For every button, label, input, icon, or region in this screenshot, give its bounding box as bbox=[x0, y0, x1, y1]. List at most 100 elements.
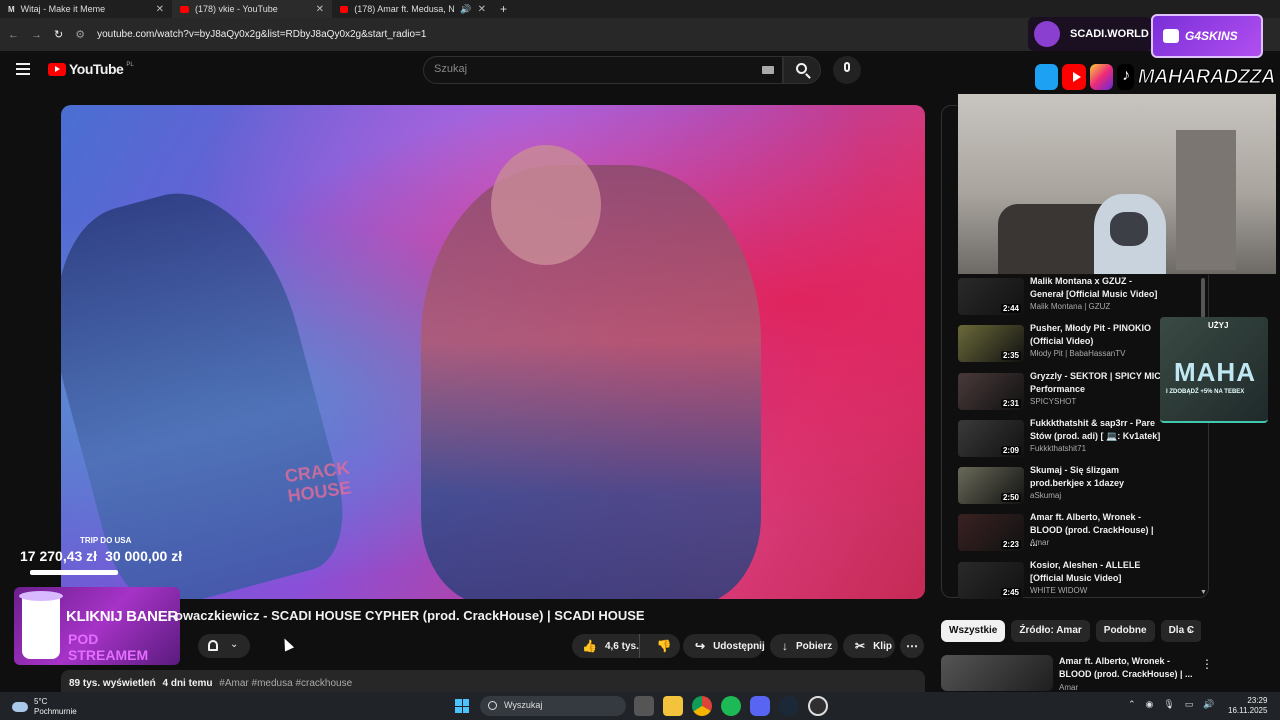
taskbar-search[interactable]: Wyszukaj bbox=[480, 696, 626, 716]
video-thumbnail[interactable]: 2:45 bbox=[958, 561, 1024, 599]
recommended-video[interactable]: 2:44 Malik Montana x GZUZ - Generał [Offi… bbox=[957, 275, 1201, 322]
chevron-up-icon[interactable]: ⌃ bbox=[1128, 699, 1136, 710]
network-icon[interactable]: ▭ bbox=[1185, 699, 1194, 710]
scadi-label: SCADI.WORLD bbox=[1070, 28, 1149, 40]
video-title[interactable]: Skumaj - Się ślizgam prod.berkjee x 1daz… bbox=[1030, 464, 1162, 490]
obs-icon[interactable] bbox=[808, 696, 828, 716]
chevron-right-icon[interactable]: › bbox=[1188, 623, 1192, 637]
chip-source[interactable]: Źródło: Amar bbox=[1011, 620, 1090, 642]
channel-name[interactable]: Fukkkthatshit71 bbox=[1030, 444, 1086, 453]
video-thumbnail[interactable]: 2:23 bbox=[958, 514, 1024, 552]
microphone-tray-icon[interactable]: 🎙 bbox=[1163, 699, 1174, 710]
url-field[interactable]: youtube.com/watch?v=byJ8aQy0x2g&list=RDb… bbox=[97, 29, 426, 40]
close-icon[interactable]: ✕ bbox=[478, 4, 486, 15]
video-title[interactable]: Kosior, Aleshen - ALLELE [Official Music… bbox=[1030, 559, 1162, 585]
subscription-bell-button[interactable]: ⌄ bbox=[198, 634, 250, 658]
goal-title: TRIP DO USA bbox=[80, 536, 132, 545]
video-title[interactable]: Gryzzly - SEKTOR | SPICY MIC Performance bbox=[1030, 370, 1162, 396]
file-explorer-icon[interactable] bbox=[663, 696, 683, 716]
recommended-video[interactable]: 2:50 Skumaj - Się ślizgam prod.berkjee x … bbox=[957, 464, 1201, 511]
video-thumbnail[interactable]: 2:09 bbox=[958, 419, 1024, 457]
menu-icon[interactable] bbox=[16, 63, 30, 75]
instagram-icon bbox=[1089, 64, 1114, 90]
spotify-icon[interactable] bbox=[721, 696, 741, 716]
video-title[interactable]: Fukkkthatshit & sap3rr - Pare Stów (prod… bbox=[1030, 417, 1162, 443]
video-title[interactable]: Malik Montana x GZUZ - Generał [Official… bbox=[1030, 275, 1162, 301]
recommended-video[interactable]: 2:45 Kosior, Aleshen - ALLELE [Official M… bbox=[957, 559, 1201, 606]
upload-age: 4 dni temu bbox=[162, 678, 213, 689]
tab-title: (178) Amar ft. Medusa, No bbox=[354, 4, 455, 14]
channel-name[interactable]: WHITE WIDOW bbox=[1030, 586, 1087, 595]
dislike-button[interactable]: 👎 bbox=[648, 639, 680, 653]
recommended-video[interactable]: Amar ft. Alberto, Wronek - BLOOD (prod. … bbox=[941, 655, 1213, 692]
channel-name[interactable]: Amar bbox=[1059, 683, 1078, 692]
hashtags[interactable]: #Amar #medusa #crackhouse bbox=[219, 678, 352, 689]
chrome-icon[interactable] bbox=[692, 696, 712, 716]
video-duration: 2:35 bbox=[1000, 351, 1021, 361]
clip-button[interactable]: ✂ Klip bbox=[843, 634, 895, 658]
goal-target: 30 000,00 zł bbox=[105, 548, 183, 564]
video-title[interactable]: Amar ft. Alberto, Wronek - BLOOD (prod. … bbox=[1059, 655, 1199, 681]
youtube-logo[interactable]: YouTube PL bbox=[48, 61, 134, 77]
clock[interactable]: 23:29 16.11.2025 bbox=[1228, 696, 1267, 716]
chip-all[interactable]: Wszystkie bbox=[941, 620, 1006, 642]
keyboard-icon[interactable] bbox=[762, 66, 774, 74]
recommended-video[interactable]: 2:09 Fukkkthatshit & sap3rr - Pare Stów (… bbox=[957, 417, 1201, 464]
search-button[interactable] bbox=[783, 56, 821, 84]
video-thumbnail[interactable]: 2:50 bbox=[958, 467, 1024, 505]
video-title[interactable]: Amar ft. Alberto, Wronek - BLOOD (prod. … bbox=[1030, 511, 1162, 550]
steam-icon[interactable] bbox=[779, 696, 799, 716]
windows-start-icon[interactable] bbox=[455, 699, 469, 713]
scroll-down-icon[interactable]: ▼ bbox=[1200, 589, 1207, 596]
voice-search-button[interactable] bbox=[833, 56, 861, 84]
video-player[interactable]: CRACK HOUSE bbox=[61, 105, 925, 599]
video-duration: 2:31 bbox=[1000, 398, 1021, 408]
channel-name[interactable]: aSkumaj bbox=[1030, 491, 1061, 500]
channel-name[interactable]: Młody Pit | BabaHassanTV bbox=[1030, 349, 1125, 358]
system-tray: ⌃ ◉ 🎙 ▭ 🔊 bbox=[1128, 699, 1215, 710]
search-input[interactable]: Szukaj bbox=[423, 56, 783, 84]
browser-tab[interactable]: M Witaj - Make it Meme ✕ bbox=[0, 0, 172, 18]
site-info-icon[interactable]: ⚙ bbox=[75, 28, 85, 41]
browser-tab[interactable]: (178) Amar ft. Medusa, No 🔊 ✕ bbox=[332, 0, 494, 18]
time: 23:29 bbox=[1247, 696, 1268, 705]
channel-name[interactable]: Malik Montana | GZUZ bbox=[1030, 302, 1110, 311]
video-duration: 2:23 bbox=[1000, 540, 1021, 550]
channel-name[interactable]: SPICYSHOT bbox=[1030, 397, 1076, 406]
task-view-icon[interactable] bbox=[634, 696, 654, 716]
ad-brand: MAHA bbox=[1174, 357, 1256, 387]
view-count: 89 tys. wyświetleń bbox=[69, 678, 156, 689]
chip-similar[interactable]: Podobne bbox=[1095, 620, 1155, 642]
tray-app-icon[interactable]: ◉ bbox=[1146, 699, 1154, 710]
chevron-down-icon: ⌄ bbox=[230, 639, 239, 650]
g4skins-logo-icon bbox=[1163, 29, 1179, 43]
recommended-video[interactable]: 2:23 Amar ft. Alberto, Wronek - BLOOD (pr… bbox=[957, 511, 1201, 558]
like-button[interactable]: 👍 4,6 tys. bbox=[572, 634, 640, 658]
social-overlay: MAHARADZZA bbox=[1035, 62, 1276, 92]
video-thumbnail[interactable]: 2:44 bbox=[958, 278, 1024, 315]
weather-widget[interactable]: 5°C Pochmurnie bbox=[12, 697, 77, 717]
search-icon bbox=[796, 63, 807, 74]
chip-for-you[interactable]: Dla C bbox=[1160, 620, 1201, 642]
reload-icon[interactable]: ↻ bbox=[54, 28, 63, 41]
close-icon[interactable]: ✕ bbox=[156, 4, 164, 15]
download-button[interactable]: ↓ Pobierz bbox=[770, 634, 838, 658]
browser-tab[interactable]: (178) vkie - YouTube ✕ bbox=[172, 0, 332, 18]
channel-name[interactable]: Amar bbox=[1030, 538, 1049, 547]
video-thumbnail[interactable]: 2:31 bbox=[958, 372, 1024, 410]
video-thumbnail[interactable] bbox=[941, 655, 1053, 691]
more-actions-button[interactable]: ⋯ bbox=[900, 634, 924, 658]
volume-icon[interactable]: 🔊 bbox=[1203, 699, 1214, 710]
back-icon[interactable]: ← bbox=[8, 29, 19, 41]
download-icon: ↓ bbox=[782, 639, 788, 653]
tab-title: (178) vkie - YouTube bbox=[195, 4, 278, 14]
close-icon[interactable]: ✕ bbox=[316, 4, 324, 15]
share-button[interactable]: ↪ Udostępnij bbox=[683, 634, 765, 658]
scrollbar-thumb[interactable] bbox=[1201, 278, 1205, 318]
new-tab-button[interactable]: + bbox=[500, 2, 507, 16]
video-thumbnail[interactable]: 2:35 bbox=[958, 325, 1024, 363]
forward-icon[interactable]: → bbox=[31, 29, 42, 41]
video-title[interactable]: Pusher, Młody Pit - PINOKIO (Official Vi… bbox=[1030, 322, 1162, 348]
discord-icon[interactable] bbox=[750, 696, 770, 716]
more-vert-icon[interactable]: ⋮ bbox=[1201, 657, 1213, 671]
